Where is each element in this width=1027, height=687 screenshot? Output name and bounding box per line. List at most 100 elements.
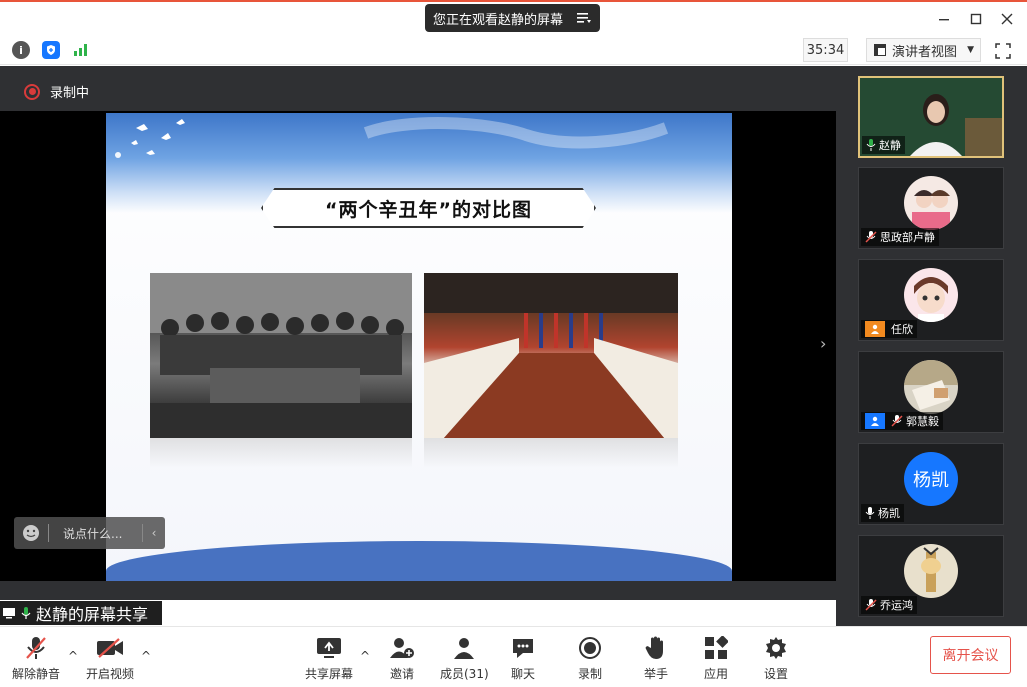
chat-button[interactable]: 聊天	[509, 635, 537, 682]
minimize-button[interactable]	[933, 8, 955, 30]
participant-tile[interactable]: 思政部卢静	[858, 167, 1004, 249]
record-button[interactable]: 录制	[576, 635, 604, 682]
invite-user-icon	[388, 635, 416, 661]
say-something-placeholder: 说点什么...	[63, 526, 123, 541]
emoji-icon[interactable]	[14, 524, 48, 542]
divider	[48, 524, 49, 542]
avatar-initials: 杨凯	[913, 470, 949, 491]
unmute-label: 解除静音	[12, 667, 61, 681]
share-screen-icon	[315, 635, 343, 661]
participant-name-tag: 任欣	[861, 320, 917, 338]
participant-name: 杨凯	[878, 507, 900, 520]
title-bar: 您正在观看赵静的屏幕	[0, 0, 1027, 35]
avatar	[904, 176, 958, 230]
recording-label: 录制中	[50, 86, 90, 101]
collapse-panel-icon[interactable]: ›	[820, 334, 826, 353]
mic-muted-icon	[891, 415, 903, 427]
start-video-label: 开启视频	[86, 667, 135, 681]
start-video-button[interactable]: 开启视频	[86, 635, 134, 682]
chevron-down-icon: ▼	[967, 45, 974, 55]
info-icon[interactable]: i	[12, 41, 30, 59]
user-badge-icon	[865, 413, 885, 429]
screen-share-owner-label: 赵静的屏幕共享	[0, 601, 162, 625]
viewing-screen-pill[interactable]: 您正在观看赵静的屏幕	[425, 4, 600, 32]
viewing-screen-label: 您正在观看赵静的屏幕	[433, 12, 564, 28]
collapse-left-icon[interactable]: ‹	[143, 526, 165, 540]
apps-grid-icon	[702, 635, 730, 661]
security-shield-icon[interactable]	[42, 41, 60, 59]
meeting-timer: 35:34	[803, 38, 848, 62]
members-icon	[450, 635, 478, 661]
participant-name-tag: 杨凯	[861, 504, 904, 522]
view-mode-select[interactable]: 演讲者视图 ▼	[866, 38, 981, 62]
raise-hand-label: 举手	[643, 667, 668, 681]
participant-name-tag: 赵静	[862, 136, 905, 154]
participant-tile[interactable]: 赵静	[858, 76, 1004, 158]
avatar	[904, 268, 958, 322]
meeting-info-bar: i 35:34 演讲者视图 ▼	[0, 35, 1027, 65]
apps-label: 应用	[703, 667, 728, 681]
share-screen-button[interactable]: 共享屏幕	[305, 635, 353, 682]
mic-on-icon	[866, 139, 876, 151]
participant-name-tag: 郭慧毅	[861, 412, 943, 430]
share-owner-text: 赵静的屏幕共享	[36, 605, 149, 624]
initials-avatar: 杨凯	[904, 452, 958, 506]
fullscreen-icon	[995, 43, 1011, 59]
unmute-button[interactable]: 解除静音	[12, 635, 60, 682]
raise-hand-icon	[642, 635, 670, 661]
mic-muted-icon	[865, 231, 877, 243]
participant-name: 郭慧毅	[906, 415, 939, 428]
photo-reflection-left	[150, 438, 412, 468]
members-button[interactable]: 成员(31)	[440, 635, 489, 682]
participant-tile[interactable]: 乔运鸿	[858, 535, 1004, 617]
close-icon	[1001, 13, 1013, 25]
chat-label: 聊天	[510, 667, 535, 681]
settings-label: 设置	[763, 667, 788, 681]
view-mode-label: 演讲者视图	[892, 44, 958, 60]
audio-options-chevron-icon[interactable]: ^	[68, 649, 78, 663]
record-dot-icon	[24, 83, 40, 100]
participant-name-tag: 乔运鸿	[861, 596, 917, 614]
apps-button[interactable]: 应用	[702, 635, 730, 682]
participant-name: 乔运鸿	[880, 599, 913, 612]
avatar	[904, 360, 958, 414]
close-button[interactable]	[996, 8, 1018, 30]
raise-hand-button[interactable]: 举手	[642, 635, 670, 682]
modern-meeting-photo-2021	[424, 273, 678, 438]
minimize-icon	[939, 19, 949, 21]
participant-tile[interactable]: 杨凯 杨凯	[858, 443, 1004, 525]
participant-tile[interactable]: 郭慧毅	[858, 351, 1004, 433]
mic-on-icon	[865, 507, 875, 519]
list-menu-icon[interactable]	[574, 8, 594, 28]
participant-tile[interactable]: 任欣	[858, 259, 1004, 341]
invite-button[interactable]: 邀请	[388, 635, 416, 682]
leave-meeting-button[interactable]: 离开会议	[930, 636, 1011, 674]
screen-share-icon	[3, 608, 15, 619]
settings-button[interactable]: 设置	[762, 635, 790, 682]
historical-photo-1901	[150, 273, 412, 438]
maximize-icon	[970, 13, 982, 25]
share-options-chevron-icon[interactable]: ^	[360, 649, 370, 663]
photo-reflection-right	[424, 438, 678, 468]
video-options-chevron-icon[interactable]: ^	[141, 649, 151, 663]
mic-on-icon	[21, 607, 31, 619]
participant-name-tag: 思政部卢静	[861, 228, 939, 246]
user-badge-icon	[865, 321, 885, 337]
shared-screen-stage: 录制中 “两个辛丑年”的对比图 说点什么... ‹ 赵静的屏幕共享 ›	[0, 66, 836, 625]
mic-muted-icon	[865, 599, 877, 611]
record-label: 录制	[577, 667, 602, 681]
video-off-icon	[96, 635, 124, 661]
mic-muted-icon	[22, 635, 50, 661]
slide-footer-wave	[106, 541, 732, 581]
avatar	[904, 544, 958, 598]
maximize-button[interactable]	[965, 8, 987, 30]
presentation-slide: “两个辛丑年”的对比图	[106, 113, 732, 581]
slide-title: “两个辛丑年”的对比图	[261, 188, 596, 228]
layout-icon	[874, 44, 886, 56]
chat-quick-input[interactable]: 说点什么... ‹	[14, 517, 165, 549]
chat-icon	[509, 635, 537, 661]
fullscreen-button[interactable]	[992, 40, 1014, 62]
share-screen-label: 共享屏幕	[305, 667, 354, 681]
signal-strength-icon[interactable]	[72, 41, 90, 59]
gear-icon	[762, 635, 790, 661]
